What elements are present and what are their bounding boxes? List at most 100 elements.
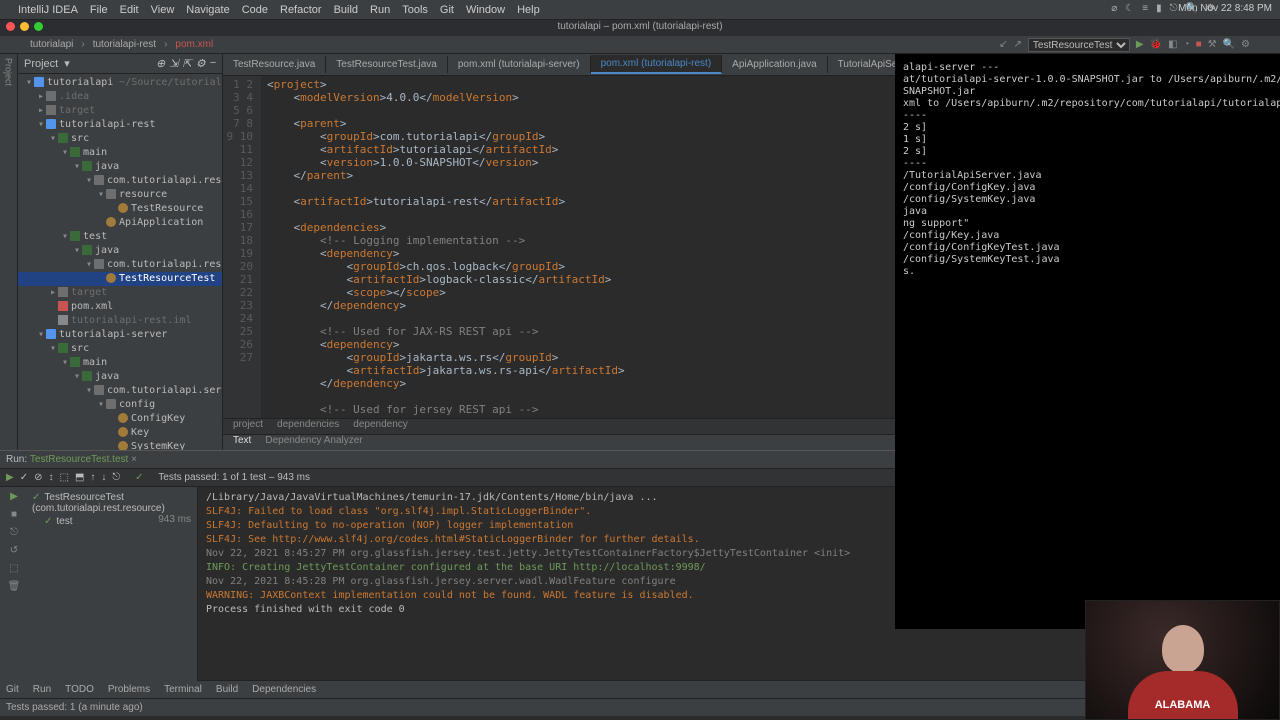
menu-ide[interactable]: IntelliJ IDEA <box>18 4 78 16</box>
build-icon[interactable]: ⚒ <box>1208 39 1217 50</box>
tree-node[interactable]: ▾com.tutorialapi.rest.resource <box>18 258 222 272</box>
menu-help[interactable]: Help <box>517 4 540 16</box>
test-tree[interactable]: TestResourceTest (com.tutorialapi.rest.r… <box>28 487 198 681</box>
tree-node[interactable]: TestResourceTest <box>18 272 222 286</box>
menu-edit[interactable]: Edit <box>120 4 139 16</box>
tree-node[interactable]: ▾com.tutorialapi.rest <box>18 174 222 188</box>
run-label: Run: <box>6 454 27 465</box>
window-controls[interactable] <box>6 22 43 31</box>
rerun-icon[interactable]: ▶ <box>6 472 14 483</box>
tab-git[interactable]: Git <box>6 684 19 695</box>
editor-tab[interactable]: TestResource.java <box>223 56 326 73</box>
menu-refactor[interactable]: Refactor <box>280 4 322 16</box>
tree-node[interactable]: ▾java <box>18 244 222 258</box>
run-side-toolbar[interactable]: ▶■⎋↺⬚🗑 <box>0 487 28 681</box>
toggle-failed-icon[interactable]: ⊘ <box>34 472 42 483</box>
macos-menubar[interactable]: IntelliJ IDEA File Edit View Navigate Co… <box>0 0 1280 20</box>
editor-tab[interactable]: pom.xml (tutorialapi-server) <box>448 56 591 73</box>
prev-icon[interactable]: ↑ <box>90 472 95 483</box>
tree-node[interactable]: ▾main <box>18 356 222 370</box>
gear-icon[interactable]: ⚙ <box>196 57 206 70</box>
tab-build[interactable]: Build <box>216 684 238 695</box>
menu-tools[interactable]: Tools <box>402 4 428 16</box>
tree-node[interactable]: ▾main <box>18 146 222 160</box>
run-icon[interactable]: ▶ <box>1136 39 1144 50</box>
tree-node[interactable]: ▾java <box>18 370 222 384</box>
tree-node[interactable]: ▾test <box>18 230 222 244</box>
tree-node[interactable]: tutorialapi-rest.iml <box>18 314 222 328</box>
crumb-deps[interactable]: dependencies <box>277 419 339 434</box>
menu-build[interactable]: Build <box>334 4 358 16</box>
menu-file[interactable]: File <box>90 4 108 16</box>
expand-icon[interactable]: ⇲ <box>169 57 178 70</box>
tree-node[interactable]: Key <box>18 426 222 440</box>
crumb-root[interactable]: tutorialapi <box>30 39 73 50</box>
menu-navigate[interactable]: Navigate <box>186 4 229 16</box>
settings-icon[interactable]: ⚙ <box>1241 39 1250 50</box>
hide-icon[interactable]: − <box>210 57 216 70</box>
menu-git[interactable]: Git <box>440 4 454 16</box>
menu-window[interactable]: Window <box>466 4 505 16</box>
menu-run[interactable]: Run <box>370 4 390 16</box>
sort-icon[interactable]: ↕ <box>48 472 53 483</box>
project-tree[interactable]: ▾tutorialapi ~/Source/tutorialapi▸.idea▸… <box>18 74 222 450</box>
git-pull-icon[interactable]: ↙ <box>999 39 1007 50</box>
project-view-combo[interactable]: Project <box>24 58 58 70</box>
test-node[interactable]: TestResourceTest (com.tutorialapi.rest.r… <box>32 491 193 515</box>
stop-icon[interactable]: ■ <box>1196 39 1202 50</box>
battery-icon: ▮ <box>1156 3 1162 14</box>
crumb-project[interactable]: project <box>233 419 263 434</box>
tree-node[interactable]: ▸.idea <box>18 90 222 104</box>
menu-code[interactable]: Code <box>242 4 268 16</box>
tree-node[interactable]: SystemKey <box>18 440 222 450</box>
export-icon[interactable]: ⎋ <box>112 472 120 483</box>
profile-icon[interactable]: ◔ <box>1184 39 1190 50</box>
tab-todo[interactable]: TODO <box>65 684 94 695</box>
tree-node[interactable]: ▾src <box>18 342 222 356</box>
tab-text[interactable]: Text <box>233 435 251 450</box>
tree-node[interactable]: ▸target <box>18 104 222 118</box>
tree-node[interactable]: ▾tutorialapi-server <box>18 328 222 342</box>
tab-problems[interactable]: Problems <box>108 684 150 695</box>
git-push-icon[interactable]: ↗ <box>1014 39 1022 50</box>
tree-node[interactable]: pom.xml <box>18 300 222 314</box>
debug-icon[interactable]: 🐞 <box>1150 39 1162 50</box>
crumb-module[interactable]: tutorialapi-rest <box>93 39 156 50</box>
coverage-icon[interactable]: ◧ <box>1168 39 1177 50</box>
gutter: 1 2 3 4 5 6 7 8 9 10 11 12 13 14 15 16 1… <box>223 76 261 418</box>
editor-tab[interactable]: TestResourceTest.java <box>326 56 448 73</box>
run-config-select[interactable]: TestResourceTest <box>1028 38 1130 52</box>
tree-node[interactable]: TestResource <box>18 202 222 216</box>
expand-tests-icon[interactable]: ⬚ <box>59 472 68 483</box>
tree-node[interactable]: ▾tutorialapi ~/Source/tutorialapi <box>18 76 222 90</box>
tree-node[interactable]: ApiApplication <box>18 216 222 230</box>
tree-node[interactable]: ▾tutorialapi-rest <box>18 118 222 132</box>
tree-node[interactable]: ▾com.tutorialapi.server <box>18 384 222 398</box>
crumb-file[interactable]: pom.xml <box>175 39 213 50</box>
collapse-tests-icon[interactable]: ⬒ <box>75 472 84 483</box>
background-terminal-window[interactable]: alapi-server ---at/tutorialapi-server-1.… <box>895 54 1280 629</box>
search-everywhere-icon[interactable]: 🔍 <box>1223 39 1235 50</box>
tab-terminal[interactable]: Terminal <box>164 684 202 695</box>
tree-node[interactable]: ▾src <box>18 132 222 146</box>
clock: Mon Nov 22 8:48 PM <box>1178 3 1272 14</box>
editor-tab[interactable]: ApiApplication.java <box>722 56 828 73</box>
locate-icon[interactable]: ⊕ <box>156 57 165 70</box>
tree-node[interactable]: ▾config <box>18 398 222 412</box>
tab-dependencies[interactable]: Dependencies <box>252 684 316 695</box>
tree-node[interactable]: ConfigKey <box>18 412 222 426</box>
left-toolbar[interactable]: Project <box>0 54 18 450</box>
collapse-icon[interactable]: ⇱ <box>182 57 191 70</box>
tree-node[interactable]: ▾resource <box>18 188 222 202</box>
crumb-dep[interactable]: dependency <box>353 419 408 434</box>
tree-node[interactable]: ▾java <box>18 160 222 174</box>
tree-node[interactable]: ▸target <box>18 286 222 300</box>
editor-tab[interactable]: pom.xml (tutorialapi-rest) <box>591 55 723 74</box>
next-icon[interactable]: ↓ <box>101 472 106 483</box>
navigation-bar: tutorialapi› tutorialapi-rest› pom.xml ↙… <box>0 36 1280 54</box>
menu-view[interactable]: View <box>151 4 175 16</box>
toggle-passed-icon[interactable]: ✓ <box>20 472 28 483</box>
tab-run[interactable]: Run <box>33 684 51 695</box>
tab-dependency-analyzer[interactable]: Dependency Analyzer <box>265 435 362 450</box>
project-tool-window[interactable]: Project▾ ⊕⇲⇱⚙− ▾tutorialapi ~/Source/tut… <box>18 54 223 450</box>
